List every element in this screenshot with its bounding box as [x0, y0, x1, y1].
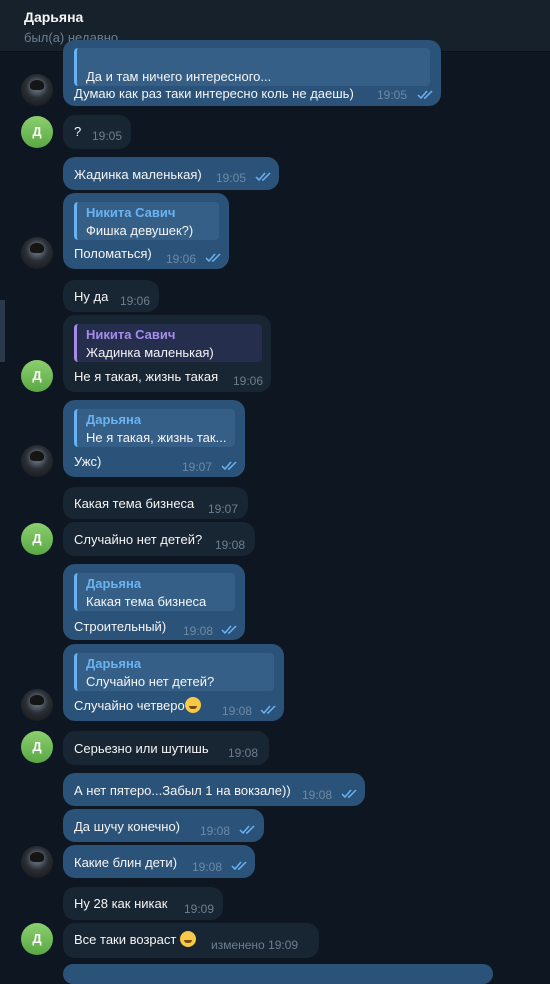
- message-text: Да шучу конечно): [74, 819, 181, 834]
- message-time: изменено 19:09: [211, 938, 299, 952]
- message-text: Случайно четверо: [74, 697, 201, 714]
- message-time: 19:05: [377, 88, 408, 102]
- scrollbar-thumb[interactable]: [0, 300, 5, 362]
- message-text: Какая тема бизнеса: [74, 496, 195, 511]
- double-check-icon: [341, 789, 357, 799]
- message-time: 19:06: [166, 252, 197, 266]
- message-text-content: Случайно четверо: [74, 698, 185, 713]
- reply-quote-author: Никита Савич: [86, 327, 176, 342]
- message-time: 19:06: [233, 374, 264, 388]
- message-text: Серьезно или шутишь: [74, 741, 209, 756]
- message-text: Строительный): [74, 619, 167, 634]
- message-bubble[interactable]: Какие блин дети) 19:08: [63, 845, 255, 878]
- message-bubble[interactable]: Дарьяна Какая тема бизнеса Строительный)…: [63, 564, 245, 640]
- double-check-icon: [221, 625, 237, 635]
- message-bubble-partial[interactable]: [63, 964, 493, 984]
- message-text: А нет пятеро...Забыл 1 на вокзале)): [74, 783, 291, 798]
- reply-quote-author: Никита Савич: [86, 205, 176, 220]
- message-text: Думаю как раз таки интересно коль не дае…: [74, 86, 354, 101]
- message-time: 19:06: [120, 294, 151, 308]
- user-avatar[interactable]: [21, 445, 53, 477]
- message-bubble[interactable]: Никита Савич Фишка девушек?) Поломаться)…: [63, 193, 229, 269]
- laughing-emoji-icon: [179, 931, 196, 947]
- reply-quote-text: Жадинка маленькая): [86, 345, 214, 360]
- message-bubble[interactable]: Случайно нет детей? 19:08: [63, 522, 255, 556]
- reply-quote-author: Дарьяна: [86, 656, 142, 671]
- reply-quote[interactable]: Дарьяна Не я такая, жизнь так...: [74, 409, 235, 447]
- message-bubble[interactable]: Дарьяна Случайно нет детей? Случайно чет…: [63, 644, 284, 721]
- message-text: Поломаться): [74, 246, 152, 261]
- message-time: 19:07: [208, 502, 239, 516]
- contact-avatar[interactable]: Д: [21, 360, 53, 392]
- contact-avatar[interactable]: Д: [21, 523, 53, 555]
- reply-quote-text: Да и там ничего интересного...: [86, 69, 272, 84]
- message-bubble[interactable]: Ну да 19:06: [63, 280, 159, 312]
- chat-title: Дарьяна: [24, 9, 84, 25]
- contact-avatar[interactable]: Д: [21, 116, 53, 148]
- reply-quote[interactable]: Дарьяна Случайно нет детей?: [74, 653, 274, 691]
- laughing-emoji-icon: [184, 697, 201, 713]
- message-bubble[interactable]: Никита Савич Жадинка маленькая) Не я так…: [63, 315, 271, 392]
- reply-quote[interactable]: Никита Савич Фишка девушек?): [74, 202, 219, 240]
- message-bubble[interactable]: Серьезно или шутишь 19:08: [63, 731, 269, 765]
- double-check-icon: [231, 861, 247, 871]
- message-text-content: Все таки возраст: [74, 932, 177, 947]
- message-bubble[interactable]: Да шучу конечно) 19:08: [63, 809, 264, 842]
- message-bubble[interactable]: Да и там ничего интересного... Думаю как…: [63, 40, 441, 106]
- message-bubble[interactable]: А нет пятеро...Забыл 1 на вокзале)) 19:0…: [63, 773, 365, 806]
- message-time: 19:07: [182, 460, 213, 474]
- user-avatar[interactable]: [21, 237, 53, 269]
- message-time: 19:08: [200, 824, 231, 838]
- message-time: 19:08: [222, 704, 253, 718]
- message-time: 19:08: [192, 860, 223, 874]
- message-bubble[interactable]: Все таки возраст изменено 19:09: [63, 923, 319, 958]
- message-text: ?: [74, 124, 82, 139]
- message-bubble[interactable]: Ну 28 как никак 19:09: [63, 887, 223, 920]
- message-time: 19:08: [215, 538, 246, 552]
- double-check-icon: [417, 90, 433, 100]
- message-time: 19:09: [184, 902, 215, 916]
- reply-quote-author: Дарьяна: [86, 576, 142, 591]
- message-text: Не я такая, жизнь такая: [74, 369, 219, 384]
- message-bubble[interactable]: Дарьяна Не я такая, жизнь так... Ужс) 19…: [63, 400, 245, 477]
- message-text: Случайно нет детей?: [74, 532, 203, 547]
- reply-quote-author: Дарьяна: [86, 412, 142, 427]
- reply-quote-text: Фишка девушек?): [86, 223, 194, 238]
- reply-quote[interactable]: Никита Савич Жадинка маленькая): [74, 324, 262, 362]
- reply-quote[interactable]: Да и там ничего интересного...: [74, 48, 430, 86]
- double-check-icon: [260, 705, 276, 715]
- message-text: Жадинка маленькая): [74, 167, 202, 182]
- user-avatar[interactable]: [21, 846, 53, 878]
- contact-avatar[interactable]: Д: [21, 923, 53, 955]
- message-text: Ужс): [74, 454, 102, 469]
- reply-quote-text: Случайно нет детей?: [86, 674, 215, 689]
- message-time: 19:05: [216, 171, 247, 185]
- message-time: 19:08: [183, 624, 214, 638]
- user-avatar[interactable]: [21, 74, 53, 106]
- message-text: Какие блин дети): [74, 855, 178, 870]
- double-check-icon: [221, 461, 237, 471]
- message-bubble[interactable]: Какая тема бизнеса 19:07: [63, 487, 248, 519]
- double-check-icon: [239, 825, 255, 835]
- message-time: 19:05: [92, 129, 123, 143]
- message-text: Ну да: [74, 289, 109, 304]
- reply-quote-text: Какая тема бизнеса: [86, 594, 207, 609]
- double-check-icon: [255, 172, 271, 182]
- message-text: Ну 28 как никак: [74, 896, 168, 911]
- message-bubble[interactable]: Жадинка маленькая) 19:05: [63, 157, 279, 190]
- message-time: 19:08: [228, 746, 259, 760]
- user-avatar[interactable]: [21, 689, 53, 721]
- reply-quote[interactable]: Дарьяна Какая тема бизнеса: [74, 573, 235, 611]
- message-time: 19:08: [302, 788, 333, 802]
- double-check-icon: [205, 253, 221, 263]
- reply-quote-text: Не я такая, жизнь так...: [86, 430, 227, 445]
- message-text: Все таки возраст: [74, 931, 196, 948]
- message-bubble[interactable]: ? 19:05: [63, 115, 131, 149]
- contact-avatar[interactable]: Д: [21, 731, 53, 763]
